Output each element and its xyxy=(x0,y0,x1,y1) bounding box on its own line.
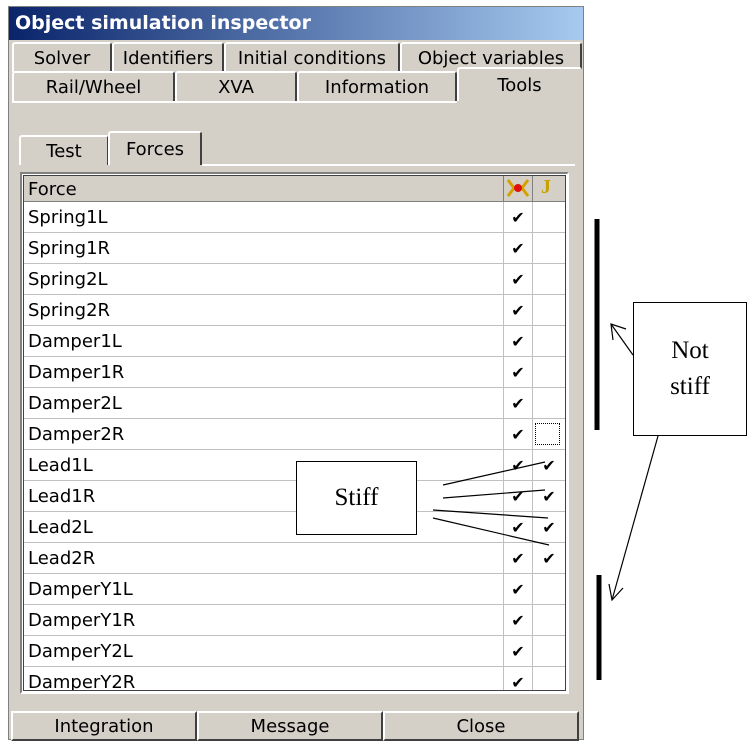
force-row[interactable]: Spring2R ✔ xyxy=(24,295,565,326)
stiff-solver-checkbox[interactable]: ✔ xyxy=(503,326,532,357)
tab-initial-conditions[interactable]: Initial conditions xyxy=(224,42,400,72)
tab-xva[interactable]: XVA xyxy=(175,71,297,101)
jacobian-checkbox[interactable] xyxy=(532,667,565,690)
force-name: Lead2L xyxy=(28,517,93,538)
force-name: Damper2R xyxy=(28,424,125,445)
force-name: DamperY2R xyxy=(28,672,136,691)
subtab-panel-edge xyxy=(202,164,575,166)
force-row[interactable]: Damper2L ✔ xyxy=(24,388,565,419)
jacobian-checkbox[interactable]: ✔ xyxy=(532,481,565,512)
stiff-solver-icon[interactable] xyxy=(503,176,532,201)
jacobian-checkbox[interactable] xyxy=(532,605,565,636)
stiff-solver-checkbox[interactable]: ✔ xyxy=(503,636,532,667)
force-column-header: Force xyxy=(28,179,77,200)
focus-rectangle xyxy=(535,423,560,445)
stiff-solver-checkbox[interactable]: ✔ xyxy=(503,233,532,264)
tab-information[interactable]: Information xyxy=(297,71,457,101)
force-name: Spring1R xyxy=(28,238,111,259)
force-name: Lead2R xyxy=(28,548,96,569)
force-row[interactable]: DamperY2R ✔ xyxy=(24,667,565,691)
tab-identifiers[interactable]: Identifiers xyxy=(112,42,224,72)
stiff-solver-checkbox[interactable]: ✔ xyxy=(503,295,532,326)
window-title: Object simulation inspector xyxy=(15,12,311,34)
force-row[interactable]: Lead2R ✔ ✔ xyxy=(24,543,565,574)
stiff-solver-checkbox[interactable]: ✔ xyxy=(503,574,532,605)
force-row[interactable]: Lead2L ✔ ✔ xyxy=(24,512,565,543)
stiff-solver-checkbox[interactable]: ✔ xyxy=(503,481,532,512)
jacobian-checkbox[interactable] xyxy=(532,574,565,605)
force-row[interactable]: DamperY1L ✔ xyxy=(24,574,565,605)
force-row[interactable]: DamperY2L ✔ xyxy=(24,636,565,667)
tab-panel-edge xyxy=(12,101,457,103)
force-name: Spring2R xyxy=(28,300,111,321)
force-name: Damper2L xyxy=(28,393,122,414)
jacobian-J-icon[interactable]: J xyxy=(532,176,565,201)
force-row[interactable]: Lead1R ✔ ✔ xyxy=(24,481,565,512)
subtab-test[interactable]: Test xyxy=(19,135,109,165)
force-row[interactable]: Spring1L ✔ xyxy=(24,202,565,233)
stiff-solver-checkbox[interactable]: ✔ xyxy=(503,667,532,690)
jacobian-checkbox[interactable]: ✔ xyxy=(532,543,565,574)
tab-tools[interactable]: Tools xyxy=(457,67,582,101)
jacobian-checkbox[interactable] xyxy=(532,357,565,388)
jacobian-checkbox[interactable]: ✔ xyxy=(532,450,565,481)
force-name: Lead1L xyxy=(28,455,93,476)
stiff-solver-checkbox[interactable]: ✔ xyxy=(503,605,532,636)
tab-rail-wheel[interactable]: Rail/Wheel xyxy=(12,71,175,101)
jacobian-checkbox[interactable] xyxy=(532,295,565,326)
tab-solver[interactable]: Solver xyxy=(12,42,112,72)
force-row[interactable]: Damper2R ✔ xyxy=(24,419,565,450)
force-name: Spring1L xyxy=(28,207,108,228)
subtab-forces[interactable]: Forces xyxy=(108,131,202,165)
stiff-solver-checkbox[interactable]: ✔ xyxy=(503,512,532,543)
jacobian-checkbox[interactable] xyxy=(532,388,565,419)
stiff-solver-checkbox[interactable]: ✔ xyxy=(503,450,532,481)
stiff-annotation: Stiff xyxy=(296,461,417,535)
stiff-solver-checkbox[interactable]: ✔ xyxy=(503,388,532,419)
force-row[interactable]: Damper1R ✔ xyxy=(24,357,565,388)
force-row[interactable]: Spring2L ✔ xyxy=(24,264,565,295)
stiff-solver-checkbox[interactable]: ✔ xyxy=(503,202,532,233)
message-button[interactable]: Message xyxy=(197,711,383,741)
force-name: Damper1L xyxy=(28,331,122,352)
jacobian-checkbox[interactable] xyxy=(532,264,565,295)
force-name: DamperY1R xyxy=(28,610,136,631)
force-row[interactable]: Spring1R ✔ xyxy=(24,233,565,264)
stiff-solver-checkbox[interactable]: ✔ xyxy=(503,419,532,450)
integration-button[interactable]: Integration xyxy=(11,711,197,741)
title-bar[interactable]: Object simulation inspector xyxy=(9,7,583,40)
stiff-solver-checkbox[interactable]: ✔ xyxy=(503,264,532,295)
jacobian-checkbox[interactable] xyxy=(532,202,565,233)
grid-header: Force J xyxy=(24,176,565,202)
jacobian-checkbox[interactable] xyxy=(532,636,565,667)
object-simulation-inspector-window: Object simulation inspector Solver Ident… xyxy=(8,6,584,741)
stiff-solver-checkbox[interactable]: ✔ xyxy=(503,543,532,574)
not-stiff-annotation: Not stiff xyxy=(633,302,747,436)
close-button[interactable]: Close xyxy=(383,711,579,741)
force-name: Spring2L xyxy=(28,269,108,290)
force-name: Lead1R xyxy=(28,486,96,507)
force-name: DamperY2L xyxy=(28,641,133,662)
force-name: DamperY1L xyxy=(28,579,133,600)
forces-grid[interactable]: Force J Spring1L ✔ Spring1R ✔ Spring2L ✔ Sprin… xyxy=(20,172,569,694)
jacobian-checkbox[interactable] xyxy=(532,233,565,264)
jacobian-checkbox[interactable]: ✔ xyxy=(532,512,565,543)
force-row[interactable]: DamperY1R ✔ xyxy=(24,605,565,636)
force-name: Damper1R xyxy=(28,362,125,383)
force-row[interactable]: Lead1L ✔ ✔ xyxy=(24,450,565,481)
jacobian-checkbox[interactable] xyxy=(532,326,565,357)
force-row[interactable]: Damper1L ✔ xyxy=(24,326,565,357)
stiff-solver-checkbox[interactable]: ✔ xyxy=(503,357,532,388)
